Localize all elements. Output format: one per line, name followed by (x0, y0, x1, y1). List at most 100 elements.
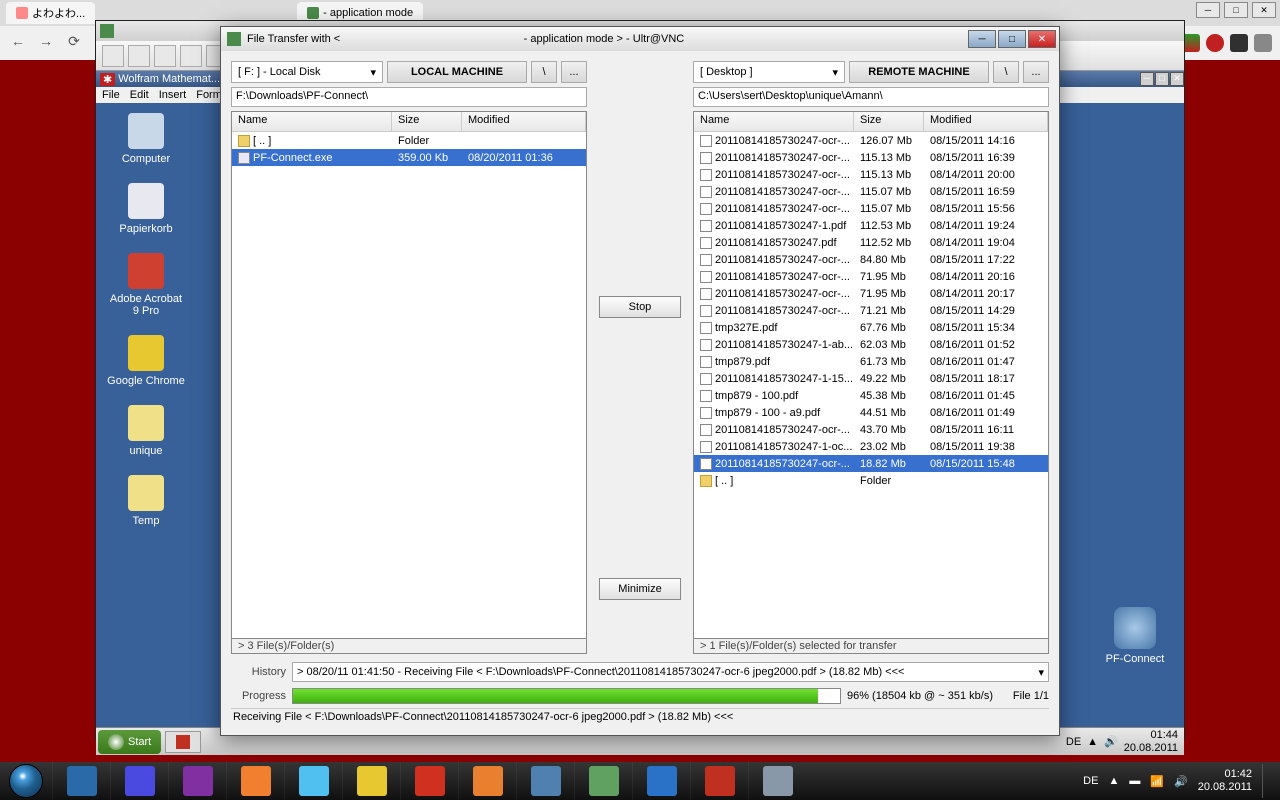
file-row[interactable]: 20110814185730247.pdf112.52 Mb08/14/2011… (694, 234, 1048, 251)
host-tray-net[interactable]: ▬ (1129, 775, 1140, 787)
host-tray-wifi[interactable]: 📶 (1150, 775, 1164, 788)
file-row[interactable]: 20110814185730247-ocr-...115.07 Mb08/15/… (694, 200, 1048, 217)
local-file-list[interactable]: Name Size Modified [ .. ]FolderPF-Connec… (231, 111, 587, 639)
host-taskbar-item-11[interactable] (690, 762, 748, 800)
host-taskbar-item-0[interactable] (52, 762, 110, 800)
local-up-button[interactable]: ... (561, 61, 587, 83)
host-taskbar-item-7[interactable] (458, 762, 516, 800)
file-modified: 08/15/2011 15:56 (924, 203, 1048, 215)
host-minimize-button[interactable]: ─ (1196, 2, 1220, 18)
desktop-icon-pf-connect[interactable]: PF-Connect (1100, 607, 1170, 665)
ft-close-button[interactable]: ✕ (1028, 30, 1056, 48)
host-taskbar-item-8[interactable] (516, 762, 574, 800)
remote-col-mod[interactable]: Modified (924, 112, 1048, 131)
host-tray-up[interactable]: ▲ (1108, 775, 1119, 787)
ext-icon-3[interactable] (1230, 34, 1248, 52)
local-drive-dropdown[interactable]: [ F: ] - Local Disk▾ (231, 61, 383, 83)
host-taskbar-item-2[interactable] (168, 762, 226, 800)
remote-root-button[interactable]: \ (993, 61, 1019, 83)
file-row[interactable]: tmp327E.pdf67.76 Mb08/15/2011 15:34 (694, 319, 1048, 336)
host-taskbar-item-5[interactable] (342, 762, 400, 800)
file-row[interactable]: tmp879.pdf61.73 Mb08/16/2011 01:47 (694, 353, 1048, 370)
host-taskbar-item-10[interactable] (632, 762, 690, 800)
host-lang[interactable]: DE (1083, 775, 1098, 787)
reload-button[interactable]: ⟳ (64, 31, 84, 51)
file-row[interactable]: PF-Connect.exe359.00 Kb08/20/2011 01:36 (232, 149, 586, 166)
ft-maximize-button[interactable]: □ (998, 30, 1026, 48)
menu-file[interactable]: File (102, 89, 120, 101)
show-desktop-button[interactable] (1262, 764, 1270, 798)
file-row[interactable]: 20110814185730247-ocr-...126.07 Mb08/15/… (694, 132, 1048, 149)
local-col-name[interactable]: Name (232, 112, 392, 131)
file-row[interactable]: 20110814185730247-ocr-...115.07 Mb08/15/… (694, 183, 1048, 200)
file-modified: 08/16/2011 01:47 (924, 356, 1048, 368)
adblock-icon[interactable] (1206, 34, 1224, 52)
host-taskbar-item-6[interactable] (400, 762, 458, 800)
remote-lang[interactable]: DE (1066, 736, 1081, 748)
vnc-tool-2[interactable] (128, 45, 150, 67)
ft-minimize-button[interactable]: ─ (968, 30, 996, 48)
desktop-icon-2[interactable]: Adobe Acrobat 9 Pro (106, 253, 186, 317)
stop-button[interactable]: Stop (599, 296, 681, 318)
history-dropdown[interactable]: > 08/20/11 01:41:50 - Receiving File < F… (292, 662, 1049, 682)
host-tray-vol[interactable]: 🔊 (1174, 775, 1188, 788)
file-row[interactable]: 20110814185730247-ocr-...71.21 Mb08/15/2… (694, 302, 1048, 319)
file-row[interactable]: tmp879 - 100.pdf45.38 Mb08/16/2011 01:45 (694, 387, 1048, 404)
file-row[interactable]: 20110814185730247-1.pdf112.53 Mb08/14/20… (694, 217, 1048, 234)
file-row[interactable]: 20110814185730247-ocr-...84.80 Mb08/15/2… (694, 251, 1048, 268)
remote-col-name[interactable]: Name (694, 112, 854, 131)
file-row[interactable]: 20110814185730247-1-15...49.22 Mb08/15/2… (694, 370, 1048, 387)
remote-file-list[interactable]: Name Size Modified 20110814185730247-ocr… (693, 111, 1049, 639)
file-row[interactable]: 20110814185730247-ocr-...43.70 Mb08/15/2… (694, 421, 1048, 438)
desktop-icon-4[interactable]: unique (106, 405, 186, 457)
host-taskbar-item-1[interactable] (110, 762, 168, 800)
ft-titlebar[interactable]: File Transfer with < - application mode … (221, 27, 1059, 51)
vnc-tool-1[interactable] (102, 45, 124, 67)
host-taskbar-item-3[interactable] (226, 762, 284, 800)
desktop-icon-3[interactable]: Google Chrome (106, 335, 186, 387)
tray-icon-1[interactable]: ▲ (1087, 736, 1098, 748)
menu-edit[interactable]: Edit (130, 89, 149, 101)
vnc-tool-3[interactable] (154, 45, 176, 67)
forward-button[interactable]: → (36, 31, 56, 51)
inner-min[interactable]: ─ (1140, 72, 1154, 86)
vnc-tool-4[interactable] (180, 45, 202, 67)
desktop-icon-5[interactable]: Temp (106, 475, 186, 527)
tray-icon-2[interactable]: 🔊 (1104, 735, 1118, 748)
host-close-button[interactable]: ✕ (1252, 2, 1276, 18)
desktop-icon-0[interactable]: Computer (106, 113, 186, 165)
remote-drive-dropdown[interactable]: [ Desktop ]▾ (693, 61, 845, 83)
file-name: 20110814185730247-ocr-... (715, 305, 850, 317)
remote-up-button[interactable]: ... (1023, 61, 1049, 83)
local-root-button[interactable]: \ (531, 61, 557, 83)
remote-col-size[interactable]: Size (854, 112, 924, 131)
back-button[interactable]: ← (8, 31, 28, 51)
file-row[interactable]: 20110814185730247-ocr-...71.95 Mb08/14/2… (694, 268, 1048, 285)
menu-insert[interactable]: Insert (159, 89, 187, 101)
remote-start-button[interactable]: Start (98, 730, 161, 754)
remote-task-1[interactable] (165, 731, 201, 753)
minimize-button[interactable]: Minimize (599, 578, 681, 600)
file-row[interactable]: tmp879 - 100 - a9.pdf44.51 Mb08/16/2011 … (694, 404, 1048, 421)
file-size: 115.07 Mb (854, 186, 924, 198)
file-row[interactable]: [ .. ]Folder (232, 132, 586, 149)
file-row[interactable]: 20110814185730247-1-oc...23.02 Mb08/15/2… (694, 438, 1048, 455)
file-row[interactable]: 20110814185730247-1-ab...62.03 Mb08/16/2… (694, 336, 1048, 353)
host-maximize-button[interactable]: □ (1224, 2, 1248, 18)
host-taskbar-item-12[interactable] (748, 762, 806, 800)
file-row[interactable]: 20110814185730247-ocr-...18.82 Mb08/15/2… (694, 455, 1048, 472)
file-row[interactable]: 20110814185730247-ocr-...115.13 Mb08/14/… (694, 166, 1048, 183)
host-start-button[interactable] (0, 762, 52, 800)
inner-close[interactable]: ✕ (1170, 72, 1184, 86)
file-row[interactable]: 20110814185730247-ocr-...71.95 Mb08/14/2… (694, 285, 1048, 302)
local-col-size[interactable]: Size (392, 112, 462, 131)
host-taskbar-item-4[interactable] (284, 762, 342, 800)
inner-max[interactable]: □ (1155, 72, 1169, 86)
file-row[interactable]: [ .. ]Folder (694, 472, 1048, 489)
desktop-icon-1[interactable]: Papierkorb (106, 183, 186, 235)
file-row[interactable]: 20110814185730247-ocr-...115.13 Mb08/15/… (694, 149, 1048, 166)
local-col-mod[interactable]: Modified (462, 112, 586, 131)
browser-tab-1[interactable]: よわよわ... (6, 2, 95, 24)
wrench-icon[interactable] (1254, 34, 1272, 52)
host-taskbar-item-9[interactable] (574, 762, 632, 800)
